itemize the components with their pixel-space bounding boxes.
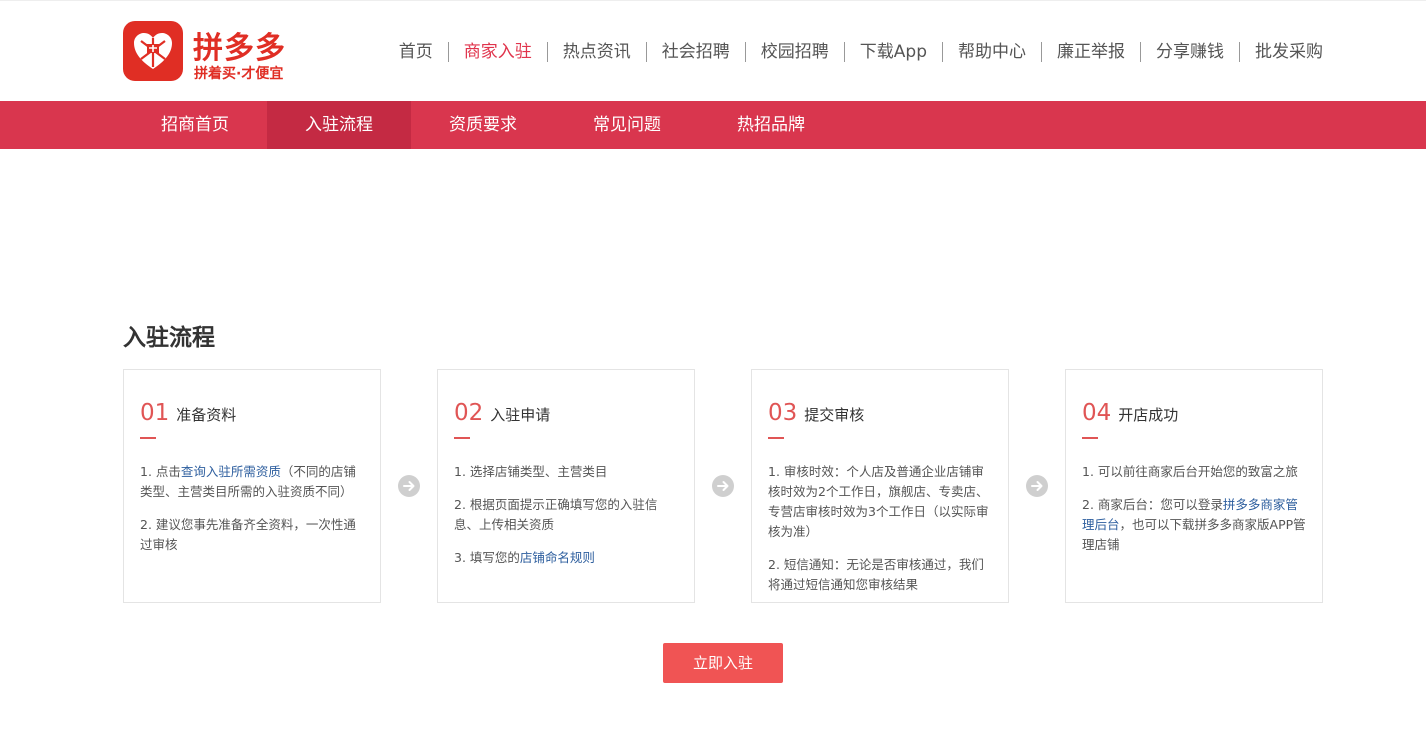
- step-text: 2. 建议您事先准备齐全资料，一次性通过审核: [140, 517, 356, 552]
- top-nav-home[interactable]: 首页: [384, 40, 448, 64]
- step-text: 1. 点击查询入驻所需资质（不同的店铺类型、主营类目所需的入驻资质不同）: [140, 464, 356, 499]
- step-text: 3. 填写您的店铺命名规则: [454, 550, 595, 565]
- sub-nav: 招商首页 入驻流程 资质要求 常见问题 热招品牌: [0, 101, 1426, 149]
- top-nav-social-recruit[interactable]: 社会招聘: [647, 40, 745, 64]
- arrow-right-circle-icon: [398, 475, 420, 497]
- top-nav-wholesale[interactable]: 批发采购: [1240, 40, 1323, 64]
- step-number: 04: [1082, 400, 1112, 426]
- tab-faq[interactable]: 常见问题: [555, 101, 699, 149]
- top-nav-campus-recruit[interactable]: 校园招聘: [746, 40, 844, 64]
- top-nav-help-center[interactable]: 帮助中心: [943, 40, 1041, 64]
- top-nav-integrity-report[interactable]: 廉正举报: [1042, 40, 1140, 64]
- step-card-1: 01 准备资料 1. 点击查询入驻所需资质（不同的店铺类型、主营类目所需的入驻资…: [123, 369, 381, 603]
- top-nav-download-app[interactable]: 下载App: [845, 40, 942, 64]
- top-nav-share-earn[interactable]: 分享赚钱: [1141, 40, 1239, 64]
- brand-logo[interactable]: 拼多多 拼着买·才便宜: [123, 21, 303, 83]
- step-underline: [1082, 437, 1098, 439]
- brand-name: 拼多多: [193, 31, 286, 66]
- join-now-button[interactable]: 立即入驻: [663, 643, 783, 683]
- tab-join-process[interactable]: 入驻流程: [267, 101, 411, 149]
- tab-hot-brands[interactable]: 热招品牌: [699, 101, 843, 149]
- tab-qualification[interactable]: 资质要求: [411, 101, 555, 149]
- site-header: 拼多多 拼着买·才便宜 首页 商家入驻 热点资讯 社会招聘 校园招聘 下载App…: [0, 0, 1426, 101]
- step-text: 1. 选择店铺类型、主营类目: [454, 464, 608, 479]
- step-number: 03: [768, 400, 798, 426]
- step-text: 2. 商家后台：您可以登录拼多多商家管理后台，也可以下载拼多多商家版APP管理店…: [1082, 497, 1306, 552]
- top-nav-merchant-join[interactable]: 商家入驻: [449, 40, 547, 64]
- step-text: 1. 可以前往商家后台开始您的致富之旅: [1082, 464, 1298, 479]
- arrow-right-circle-icon: [1026, 475, 1048, 497]
- step-number: 02: [454, 400, 484, 426]
- step-number: 01: [140, 400, 170, 426]
- section-title: 入驻流程: [123, 325, 215, 351]
- top-nav-hot-news[interactable]: 热点资讯: [548, 40, 646, 64]
- step-text: 1. 审核时效：个人店及普通企业店铺审核时效为2个工作日，旗舰店、专卖店、专营店…: [768, 464, 989, 539]
- step-title: 提交审核: [804, 406, 865, 424]
- step-card-3: 03 提交审核 1. 审核时效：个人店及普通企业店铺审核时效为2个工作日，旗舰店…: [751, 369, 1009, 603]
- arrow-right-circle-icon: [712, 475, 734, 497]
- brand-slogan: 拼着买·才便宜: [194, 66, 284, 82]
- pinduoduo-logo-icon: [123, 21, 183, 81]
- step-card-2: 02 入驻申请 1. 选择店铺类型、主营类目 2. 根据页面提示正确填写您的入驻…: [437, 369, 695, 603]
- step-title: 开店成功: [1118, 406, 1179, 424]
- tab-merchant-home[interactable]: 招商首页: [123, 101, 267, 149]
- step-underline: [768, 437, 784, 439]
- top-nav: 首页 商家入驻 热点资讯 社会招聘 校园招聘 下载App 帮助中心 廉正举报 分…: [384, 40, 1323, 64]
- step-underline: [454, 437, 470, 439]
- step-card-4: 04 开店成功 1. 可以前往商家后台开始您的致富之旅 2. 商家后台：您可以登…: [1065, 369, 1323, 603]
- step-title: 入驻申请: [490, 406, 551, 424]
- step-text: 2. 短信通知：无论是否审核通过，我们将通过短信通知您审核结果: [768, 557, 984, 592]
- qualification-query-link[interactable]: 查询入驻所需资质: [181, 464, 281, 479]
- step-title: 准备资料: [176, 406, 237, 424]
- store-naming-rules-link[interactable]: 店铺命名规则: [520, 550, 595, 565]
- step-underline: [140, 437, 156, 439]
- step-text: 2. 根据页面提示正确填写您的入驻信息、上传相关资质: [454, 497, 658, 532]
